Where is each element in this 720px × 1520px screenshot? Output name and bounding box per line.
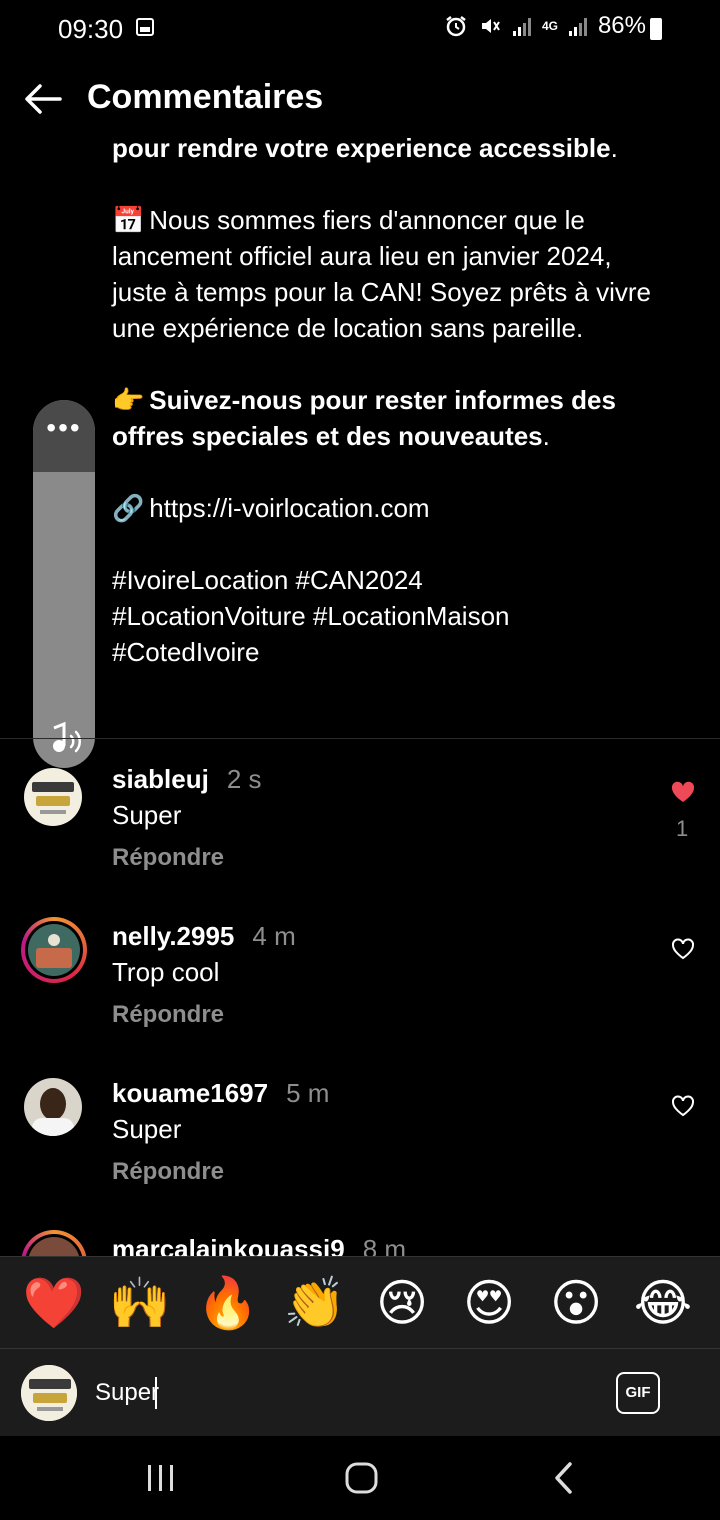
like-count: 1: [676, 816, 689, 841]
comment-username[interactable]: siableuj 2 s: [112, 764, 262, 795]
comment-time: 8 m: [362, 1234, 407, 1256]
avatar[interactable]: [24, 768, 82, 826]
heart-outline-icon[interactable]: [670, 1094, 696, 1118]
hashtags-line-1[interactable]: #IvoireLocation #CAN2024: [112, 562, 672, 598]
fire-emoji-button[interactable]: 🔥: [196, 1273, 260, 1333]
recent-apps-icon[interactable]: [131, 1458, 191, 1498]
current-user-avatar: [21, 1365, 77, 1421]
comment-username[interactable]: nelly.2995 4 m: [112, 921, 296, 952]
avatar[interactable]: [24, 1078, 82, 1136]
volume-panel-more[interactable]: •••: [33, 400, 95, 472]
home-icon[interactable]: [332, 1458, 392, 1498]
system-navigation-bar: [0, 1436, 720, 1520]
clapping-emoji-button[interactable]: 👏: [283, 1273, 347, 1333]
comment-item: kouame1697 5 m Super Répondre: [0, 1074, 720, 1214]
comment-username[interactable]: kouame1697 5 m: [112, 1078, 329, 1109]
caption-link[interactable]: https://i-voirlocation.com: [149, 493, 429, 523]
comment-input-bar: GIF: [0, 1348, 720, 1437]
header: Commentaires: [0, 70, 720, 130]
link-icon: 🔗: [112, 493, 145, 523]
laughing-emoji-button[interactable]: 😂: [631, 1273, 695, 1333]
avatar-story-ring[interactable]: [21, 1230, 87, 1256]
back-nav-icon[interactable]: [534, 1458, 594, 1498]
reply-button[interactable]: Répondre: [112, 844, 224, 872]
comment-item: marcalainkouassi9 8 m: [0, 1230, 720, 1256]
comment-username[interactable]: marcalainkouassi9 8 m: [112, 1234, 406, 1256]
status-bar: 09:30 4G 86%: [0, 0, 720, 58]
network-type-label: 4G: [541, 19, 558, 33]
heart-emoji-button[interactable]: ❤️: [22, 1273, 86, 1333]
emoji-quick-bar: ❤️ 🙌 🔥 👏 😢 😍 😮 😂: [0, 1256, 720, 1349]
caption-line-1: pour rendre votre experience accessible.: [112, 133, 618, 163]
comment-input[interactable]: [95, 1375, 575, 1411]
comment-time: 2 s: [226, 764, 262, 794]
more-dots-icon: •••: [46, 412, 82, 443]
battery-percent: 86%: [597, 12, 646, 39]
reply-button[interactable]: Répondre: [112, 1001, 224, 1029]
avatar-story-ring[interactable]: [21, 917, 87, 983]
caption-paragraph-launch: 📅 Nous sommes fiers d'annoncer que le la…: [112, 202, 672, 346]
heart-filled-icon[interactable]: [670, 780, 696, 804]
caption-link-line: 🔗 https://i-voirlocation.com: [112, 490, 672, 526]
pointing-hand-icon: 👉: [112, 385, 145, 415]
gif-button[interactable]: GIF: [616, 1372, 660, 1414]
comment-time: 4 m: [252, 921, 296, 951]
comment-text: Super: [112, 800, 182, 830]
comment-item: nelly.2995 4 m Trop cool Répondre: [0, 917, 720, 1057]
caption-paragraph-follow: 👉 Suivez-nous pour rester informes des o…: [112, 382, 672, 454]
status-time: 09:30: [58, 14, 124, 44]
mute-icon: [481, 19, 500, 33]
comment-text: Trop cool: [112, 957, 220, 987]
heart-eyes-emoji-button[interactable]: 😍: [457, 1273, 521, 1333]
comment-item: siableuj 2 s Super Répondre 1: [0, 760, 720, 900]
heart-outline-icon[interactable]: [670, 937, 696, 961]
status-icons: 4G 86%: [444, 12, 646, 40]
caption-divider: [0, 738, 720, 739]
text-cursor: [155, 1377, 157, 1409]
calendar-icon: 📅: [112, 205, 145, 235]
gallery-notification-icon: [136, 18, 154, 36]
comment-time: 5 m: [286, 1078, 330, 1108]
post-caption: pour rendre votre experience accessible.…: [112, 130, 672, 670]
sound-icon[interactable]: [33, 706, 95, 768]
alarm-icon: [446, 16, 466, 37]
crying-emoji-button[interactable]: 😢: [370, 1273, 434, 1333]
surprised-emoji-button[interactable]: 😮: [544, 1273, 608, 1333]
hashtags-line-3[interactable]: #CotedIvoire: [112, 634, 672, 670]
signal-icon-2: [568, 18, 587, 36]
hashtags-line-2[interactable]: #LocationVoiture #LocationMaison: [112, 598, 672, 634]
volume-panel[interactable]: •••: [33, 400, 95, 768]
back-arrow-icon[interactable]: [20, 76, 66, 122]
raising-hands-emoji-button[interactable]: 🙌: [108, 1273, 172, 1333]
reply-button[interactable]: Répondre: [112, 1158, 224, 1186]
signal-icon-1: [512, 18, 531, 36]
comment-text: Super: [112, 1114, 182, 1144]
page-title: Commentaires: [87, 78, 324, 116]
battery-icon: [650, 18, 662, 40]
